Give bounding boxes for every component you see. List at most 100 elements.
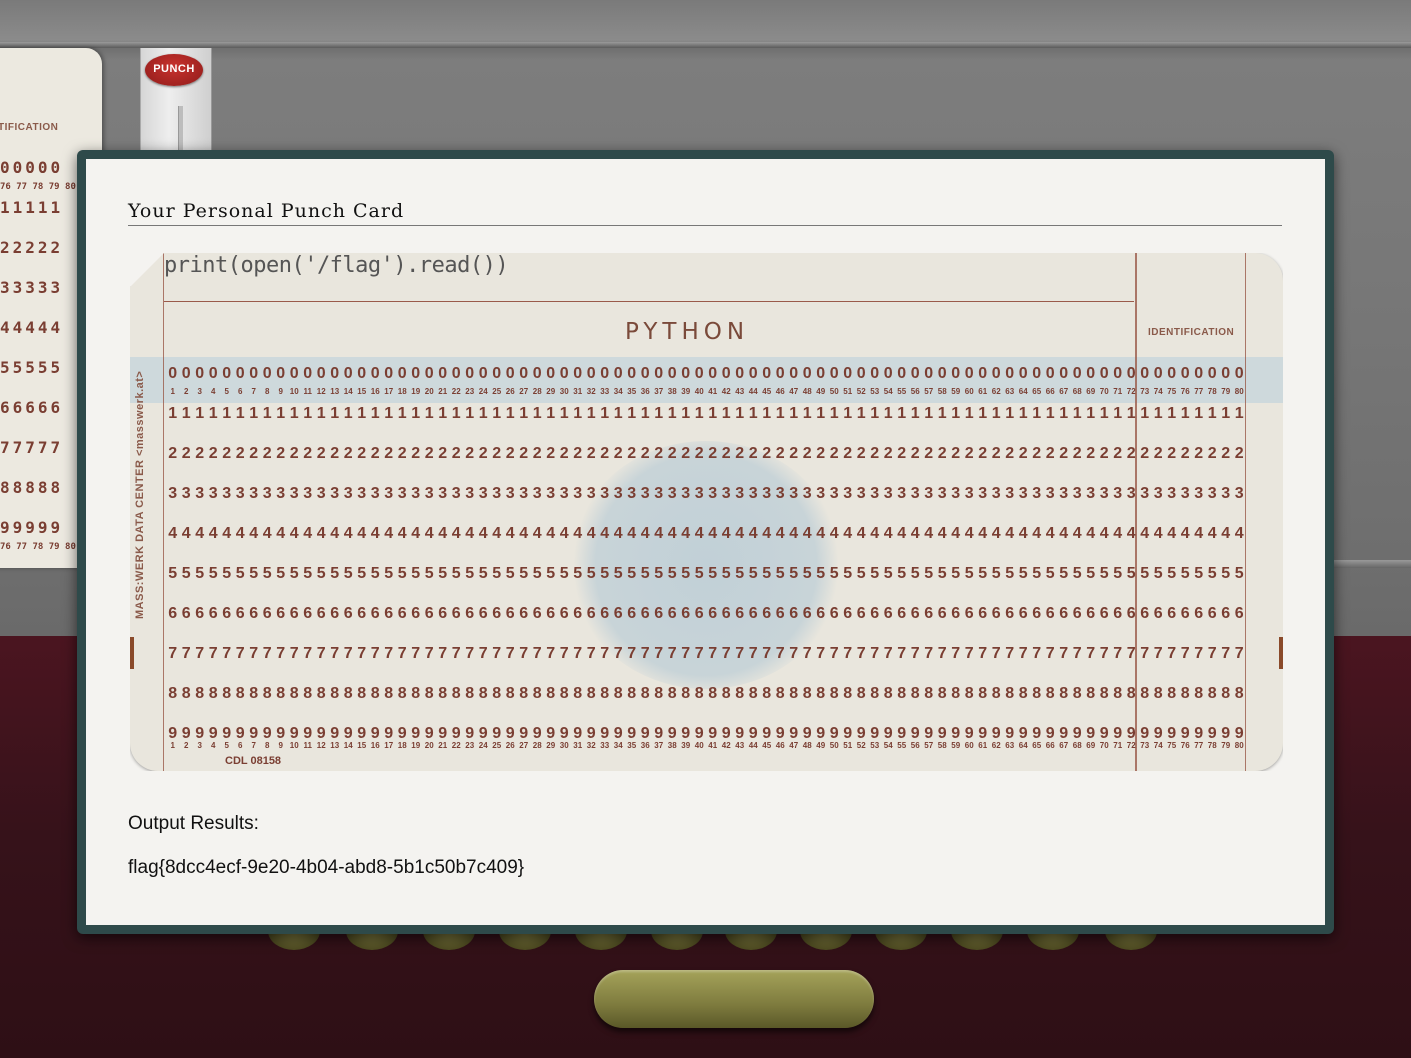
card-digit: 2 [1018, 445, 1028, 462]
card-digit: 7 [397, 645, 407, 662]
card-column-number: 18 [397, 387, 407, 396]
card-digit: 0 [735, 365, 745, 382]
card-digit: 1 [775, 405, 785, 422]
card-digit: 1 [424, 405, 434, 422]
card-column-number: 3 [197, 741, 202, 750]
card-column-number: 78 [1207, 741, 1217, 750]
card-digit: 1 [829, 405, 839, 422]
card-digit: 0 [357, 365, 367, 382]
card-digit: 8 [1221, 685, 1231, 702]
card-digit: 4 [1153, 525, 1163, 542]
card-digit: 6 [991, 605, 1001, 622]
card-digit: 4 [640, 525, 650, 542]
card-column-number: 74 [1153, 387, 1163, 396]
card-digit: 7 [451, 645, 461, 662]
bottom-action-button[interactable] [594, 970, 874, 1028]
previous-card-row: 77777 [0, 438, 64, 457]
card-digit: 3 [964, 485, 974, 502]
card-digit: 1 [492, 405, 502, 422]
card-column-number: 75 [1167, 387, 1177, 396]
punch-groove [178, 106, 183, 150]
card-digit: 8 [546, 685, 556, 702]
card-digit: 8 [586, 685, 596, 702]
card-digit: 7 [1126, 645, 1136, 662]
card-digit: 1 [1153, 405, 1163, 422]
card-digit: 5 [924, 565, 934, 582]
previous-card-col-nums: 76 77 78 79 80 [0, 182, 76, 192]
card-digit: 3 [1140, 485, 1150, 502]
card-digit: 1 [735, 405, 745, 422]
card-digit: 5 [316, 565, 326, 582]
card-digit: 5 [1099, 565, 1109, 582]
card-column-number: 51 [843, 741, 853, 750]
card-digit: 5 [897, 565, 907, 582]
card-digit: 6 [870, 605, 880, 622]
card-digit: 7 [721, 645, 731, 662]
card-digit: 5 [1140, 565, 1150, 582]
card-digit: 5 [748, 565, 758, 582]
card-digit: 1 [316, 405, 326, 422]
card-digit: 6 [195, 605, 205, 622]
card-digit: 8 [1099, 685, 1109, 702]
card-digit: 5 [694, 565, 704, 582]
card-digit: 1 [613, 405, 623, 422]
card-digit: 0 [208, 365, 218, 382]
card-digit: 0 [667, 365, 677, 382]
card-digit: 3 [802, 485, 812, 502]
card-digit: 6 [829, 605, 839, 622]
card-side-label: MASS:WERK DATA CENTER <masswerk.at> [134, 370, 146, 619]
card-digit: 2 [519, 445, 529, 462]
card-digit: 2 [1059, 445, 1069, 462]
card-digit: 2 [613, 445, 623, 462]
card-digit: 5 [762, 565, 772, 582]
card-digit: 4 [816, 525, 826, 542]
card-digit: 7 [1045, 645, 1055, 662]
card-digit: 0 [1194, 365, 1204, 382]
card-digit: 7 [1221, 645, 1231, 662]
card-digit: 4 [181, 525, 191, 542]
card-digit: 7 [303, 645, 313, 662]
card-column-number: 22 [451, 741, 461, 750]
card-column-number: 68 [1072, 741, 1082, 750]
previous-card-row: 99999 [0, 518, 64, 537]
card-digit: 8 [964, 685, 974, 702]
card-column-number: 2 [184, 741, 189, 750]
card-digit: 4 [424, 525, 434, 542]
card-digit: 4 [276, 525, 286, 542]
card-digit: 5 [937, 565, 947, 582]
card-digit: 6 [276, 605, 286, 622]
card-digit: 3 [1221, 485, 1231, 502]
card-digit: 7 [492, 645, 502, 662]
card-digit: 5 [735, 565, 745, 582]
card-digit: 7 [924, 645, 934, 662]
card-digit: 0 [195, 365, 205, 382]
card-digit: 4 [235, 525, 245, 542]
card-digit: 3 [424, 485, 434, 502]
printed-code: print(open('/flag').read()) [164, 253, 509, 278]
card-ident-label: IDENTIFICATION [1148, 327, 1235, 338]
card-digit: 0 [465, 365, 475, 382]
card-digit: 5 [168, 565, 178, 582]
card-digit: 2 [978, 445, 988, 462]
previous-card-row: 55555 [0, 358, 64, 377]
card-column-number: 43 [735, 741, 745, 750]
card-column-number: 20 [424, 741, 434, 750]
card-digit: 5 [870, 565, 880, 582]
card-digit: 4 [262, 525, 272, 542]
card-digit: 6 [289, 605, 299, 622]
card-digit: 7 [910, 645, 920, 662]
card-column-number: 64 [1018, 387, 1028, 396]
card-digit: 6 [411, 605, 421, 622]
card-digit: 6 [1180, 605, 1190, 622]
card-digit: 5 [1086, 565, 1096, 582]
card-digit: 5 [330, 565, 340, 582]
card-digit: 4 [937, 525, 947, 542]
card-digit: 0 [897, 365, 907, 382]
card-digit: 6 [357, 605, 367, 622]
card-digit: 6 [1221, 605, 1231, 622]
card-digit: 1 [1099, 405, 1109, 422]
card-digit: 1 [357, 405, 367, 422]
card-digit: 4 [1086, 525, 1096, 542]
card-digit: 2 [870, 445, 880, 462]
card-digit: 6 [478, 605, 488, 622]
